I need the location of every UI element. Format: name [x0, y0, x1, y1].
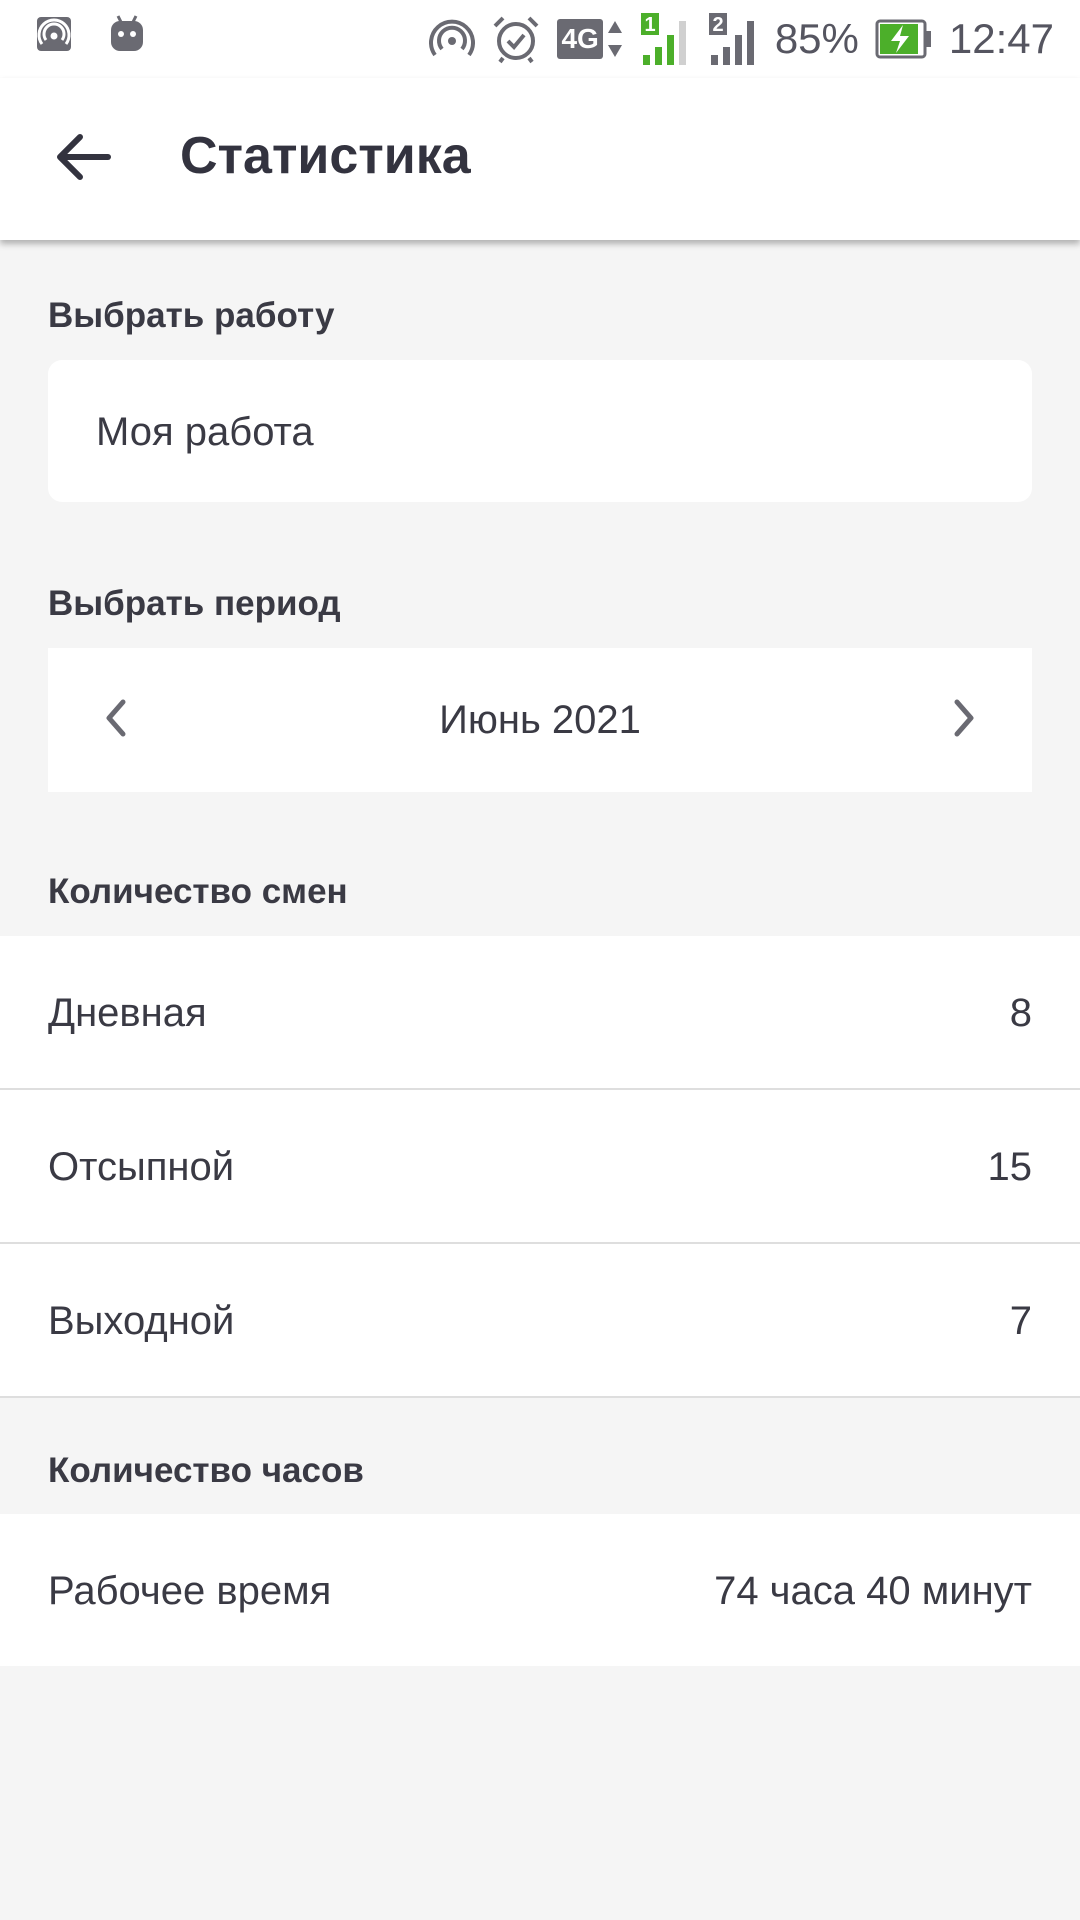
list-item: Дневная 8	[0, 936, 1080, 1090]
list-item-value: 8	[1009, 991, 1032, 1035]
shifts-list: Дневная 8 Отсыпной 15 Выходной 7	[0, 936, 1080, 1398]
shifts-section-label: Количество смен	[48, 872, 348, 911]
hotspot-icon	[36, 16, 72, 52]
list-item-value: 74 часа 40 минут	[714, 1569, 1032, 1613]
signal-sim2-icon: 2	[707, 11, 759, 67]
svg-text:2: 2	[712, 14, 723, 36]
android-icon	[108, 14, 146, 54]
job-select[interactable]: Моя работа	[48, 360, 1032, 502]
list-item-value: 15	[987, 1145, 1033, 1189]
arrow-back-icon	[56, 133, 112, 186]
list-item-label: Выходной	[48, 1299, 235, 1343]
list-item: Отсыпной 15	[0, 1090, 1080, 1244]
list-item-label: Отсыпной	[48, 1145, 235, 1189]
clock: 12:47	[948, 15, 1054, 62]
app-bar: Статистика	[0, 78, 1080, 240]
period-value: Июнь 2021	[439, 698, 641, 742]
battery-percent: 85%	[774, 15, 859, 62]
nfc-icon	[429, 16, 476, 62]
back-button[interactable]	[48, 123, 120, 195]
list-item: Рабочее время 74 часа 40 минут	[0, 1514, 1080, 1666]
page-title: Статистика	[180, 127, 471, 185]
network-type-label: 4G	[557, 19, 603, 59]
list-item: Выходной 7	[0, 1244, 1080, 1398]
alarm-icon	[491, 14, 541, 64]
hours-section-label: Количество часов	[48, 1451, 364, 1490]
job-select-value: Моя работа	[96, 410, 314, 454]
job-section-label: Выбрать работу	[48, 296, 335, 335]
battery-charging-icon	[875, 19, 933, 59]
period-section-label: Выбрать период	[48, 584, 341, 623]
svg-text:1: 1	[644, 14, 655, 36]
list-item-label: Рабочее время	[48, 1569, 332, 1613]
status-bar: 4G 1 2 85% 12:47	[0, 0, 1080, 78]
period-selector: Июнь 2021	[48, 648, 1032, 792]
chevron-right-icon	[949, 698, 979, 743]
signal-sim1-icon: 1	[639, 11, 691, 67]
next-period-button[interactable]	[934, 690, 994, 750]
list-item-label: Дневная	[48, 991, 207, 1035]
hours-list: Рабочее время 74 часа 40 минут	[0, 1514, 1080, 1666]
4g-icon: 4G	[557, 19, 622, 59]
list-item-value: 7	[1009, 1299, 1032, 1343]
